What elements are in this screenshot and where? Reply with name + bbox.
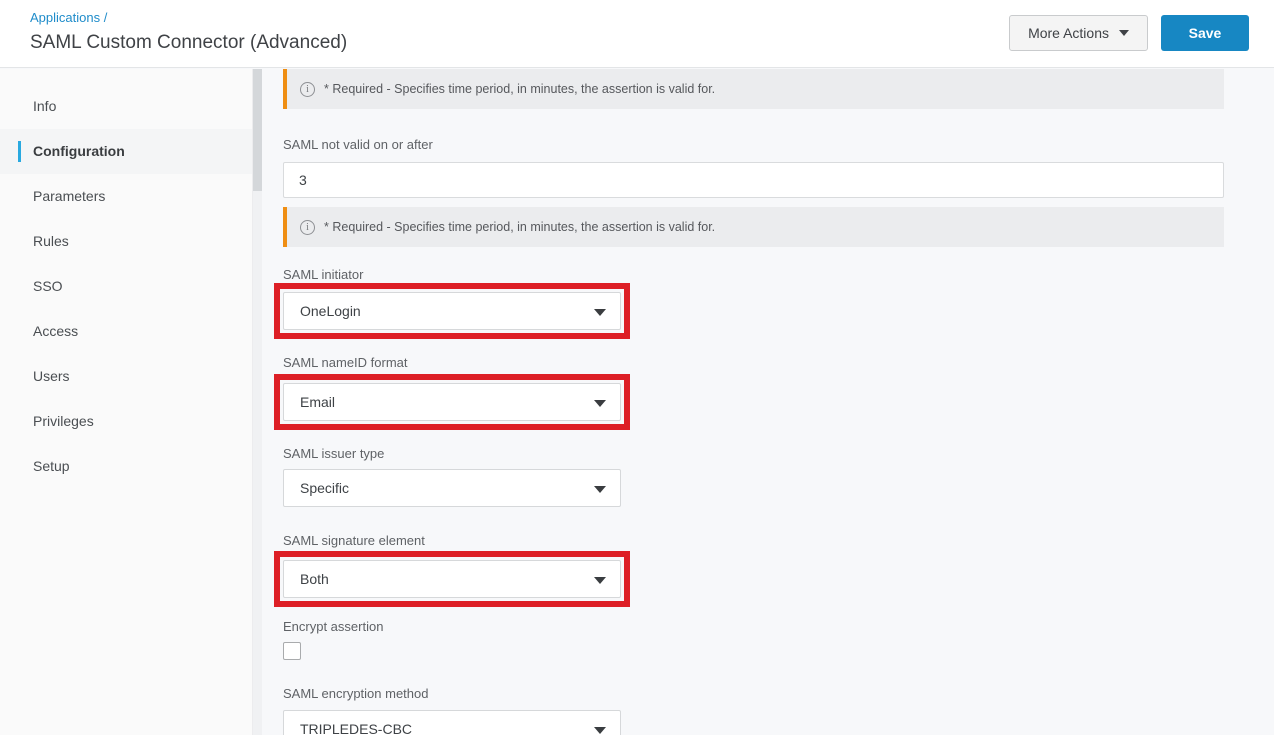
info-icon: i (300, 82, 315, 97)
saml-encryption-method-dropdown[interactable]: TRIPLEDES-CBC (283, 710, 621, 735)
app-window: Applications / SAML Custom Connector (Ad… (0, 0, 1274, 735)
saml-nameid-value: Email (300, 394, 335, 410)
chevron-down-icon (594, 486, 606, 493)
required-note-text: * Required - Specifies time period, in m… (324, 82, 715, 96)
chevron-down-icon (1119, 30, 1129, 36)
chevron-down-icon (594, 727, 606, 734)
save-button[interactable]: Save (1161, 15, 1249, 51)
annotation-box-signature: Both (274, 551, 630, 607)
encrypt-assertion-checkbox[interactable] (283, 642, 301, 660)
saml-initiator-label: SAML initiator (283, 267, 1274, 282)
vertical-scrollbar-thumb[interactable] (253, 69, 262, 191)
sidebar-item-users[interactable]: Users (0, 354, 252, 399)
annotation-box-initiator: OneLogin (274, 283, 630, 339)
configuration-form: i * Required - Specifies time period, in… (262, 69, 1274, 735)
vertical-scrollbar-track[interactable] (253, 69, 262, 735)
saml-nameid-dropdown[interactable]: Email (283, 383, 621, 421)
saml-initiator-value: OneLogin (300, 303, 361, 319)
chevron-down-icon (594, 309, 606, 316)
saml-signature-value: Both (300, 571, 329, 587)
page-title: SAML Custom Connector (Advanced) (30, 32, 347, 54)
saml-issuer-dropdown[interactable]: Specific (283, 469, 621, 507)
chevron-down-icon (594, 400, 606, 407)
sidebar-item-privileges[interactable]: Privileges (0, 399, 252, 444)
more-actions-button[interactable]: More Actions (1009, 15, 1148, 51)
saml-not-valid-input[interactable] (283, 162, 1224, 198)
saml-nameid-label: SAML nameID format (283, 355, 1274, 370)
required-note-banner-mid: i * Required - Specifies time period, in… (283, 207, 1224, 247)
saml-not-valid-label: SAML not valid on or after (283, 137, 1274, 152)
more-actions-label: More Actions (1028, 25, 1109, 41)
sidebar-nav: Info Configuration Parameters Rules SSO … (0, 69, 253, 735)
saml-signature-dropdown[interactable]: Both (283, 560, 621, 598)
saml-signature-label: SAML signature element (283, 533, 1274, 548)
saml-encryption-method-label: SAML encryption method (283, 686, 1274, 701)
chevron-down-icon (594, 577, 606, 584)
info-icon: i (300, 220, 315, 235)
sidebar-item-parameters[interactable]: Parameters (0, 174, 252, 219)
annotation-box-nameid: Email (274, 374, 630, 430)
encrypt-assertion-label: Encrypt assertion (283, 619, 1274, 634)
sidebar-item-info[interactable]: Info (0, 84, 252, 129)
sidebar-item-access[interactable]: Access (0, 309, 252, 354)
saml-issuer-label: SAML issuer type (283, 446, 1274, 461)
saml-encryption-method-value: TRIPLEDES-CBC (300, 721, 412, 735)
saml-initiator-dropdown[interactable]: OneLogin (283, 292, 621, 330)
breadcrumb[interactable]: Applications / (30, 10, 107, 25)
sidebar-item-rules[interactable]: Rules (0, 219, 252, 264)
sidebar-item-configuration[interactable]: Configuration (0, 129, 252, 174)
sidebar-item-setup[interactable]: Setup (0, 444, 252, 489)
page-header: Applications / SAML Custom Connector (Ad… (0, 0, 1274, 68)
saml-issuer-value: Specific (300, 480, 349, 496)
required-note-banner-top: i * Required - Specifies time period, in… (283, 69, 1224, 109)
required-note-text: * Required - Specifies time period, in m… (324, 220, 715, 234)
sidebar-item-sso[interactable]: SSO (0, 264, 252, 309)
